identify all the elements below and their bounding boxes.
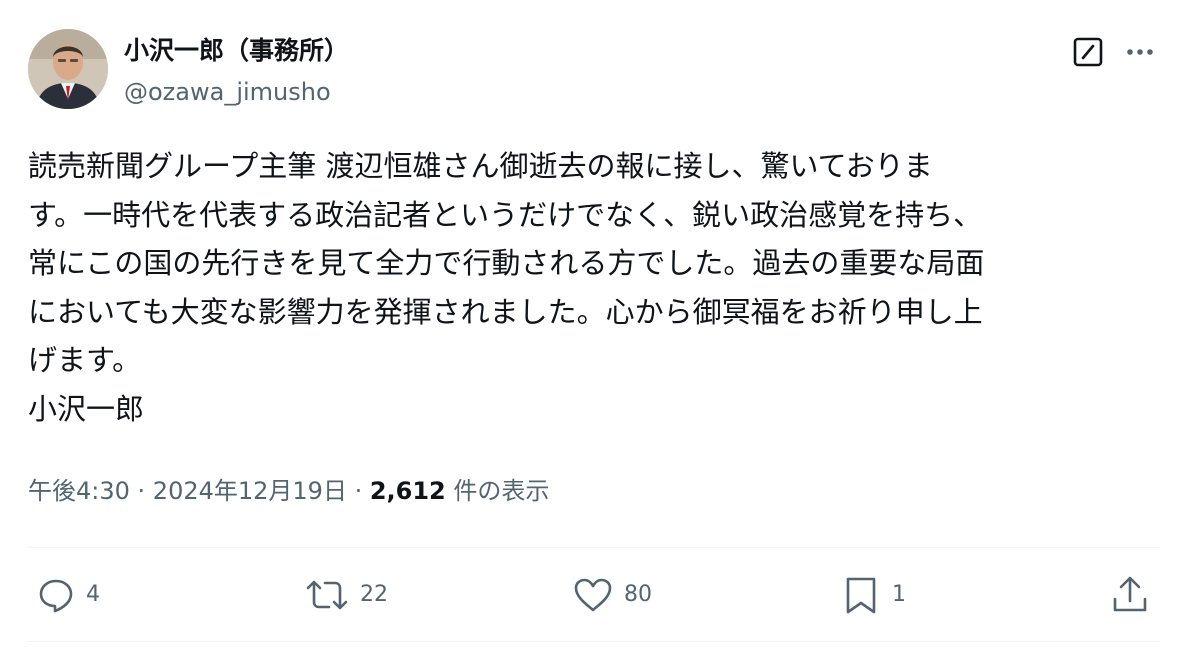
retweet-button[interactable]: 22: [304, 573, 388, 617]
tweet-date[interactable]: 2024年12月19日: [153, 477, 347, 505]
bookmark-button[interactable]: 1: [840, 573, 906, 617]
views-count[interactable]: 2,612: [370, 477, 446, 505]
heart-icon: [574, 578, 612, 612]
meta-separator: ·: [346, 477, 370, 505]
tweet-meta: 午後4:30 · 2024年12月19日 · 2,612 件の表示: [28, 474, 549, 508]
tweet-text-line: においても大変な影響力を発揮されました。心から御冥福をお祈り申し上: [28, 294, 983, 329]
tweet-text-line: 小沢一郎: [28, 391, 145, 426]
like-button[interactable]: 80: [572, 573, 652, 617]
share-icon: [1113, 576, 1147, 612]
tweet-text: 読売新聞グループ主筆 渡辺恒雄さん御逝去の報に接し、驚いておりま す。一時代を代…: [28, 142, 1158, 434]
like-count: 80: [624, 582, 652, 607]
tweet-text-line: げます。: [28, 343, 142, 378]
display-name[interactable]: 小沢一郎（事務所）: [124, 34, 349, 68]
bookmark-count: 1: [892, 582, 906, 607]
reply-button[interactable]: 4: [36, 573, 100, 617]
reply-icon: [39, 579, 73, 613]
bookmark-icon: [846, 577, 876, 614]
reply-count: 4: [86, 582, 100, 607]
user-handle[interactable]: @ozawa_jimusho: [124, 76, 331, 108]
grok-icon[interactable]: [1072, 36, 1104, 68]
more-icon[interactable]: [1122, 36, 1158, 68]
meta-separator: ·: [129, 477, 153, 505]
views-label: 件の表示: [445, 477, 550, 505]
divider: [28, 547, 1160, 548]
avatar[interactable]: [28, 29, 108, 109]
tweet-time[interactable]: 午後4:30: [28, 477, 130, 505]
tweet-text-line: 常にこの国の先行きを見て全力で行動される方でした。過去の重要な局面: [28, 246, 985, 281]
tweet-text-line: す。一時代を代表する政治記者というだけでなく、鋭い政治感覚を持ち、: [28, 197, 983, 232]
retweet-icon: [306, 580, 348, 610]
divider: [28, 641, 1160, 642]
share-button[interactable]: [1108, 573, 1152, 617]
tweet-card: 小沢一郎（事務所） @ozawa_jimusho 読売新聞グループ主筆 渡辺恒雄…: [0, 0, 1188, 653]
tweet-text-line: 読売新聞グループ主筆 渡辺恒雄さん御逝去の報に接し、驚いておりま: [28, 149, 933, 183]
retweet-count: 22: [360, 582, 388, 607]
